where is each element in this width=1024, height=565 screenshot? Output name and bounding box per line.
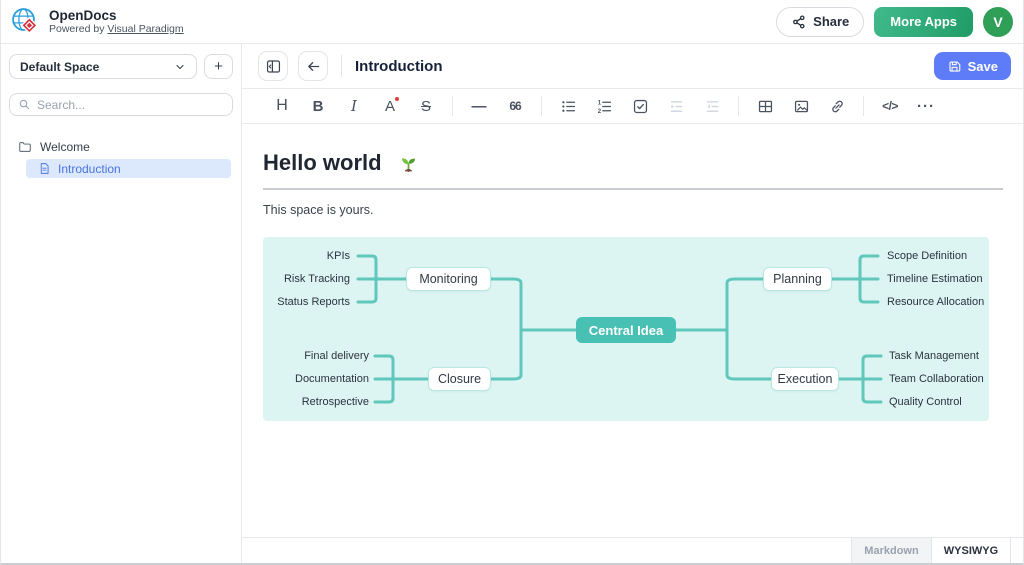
bold-button[interactable]: B: [305, 94, 331, 118]
code-block-button[interactable]: </>: [877, 94, 903, 118]
save-button[interactable]: Save: [934, 52, 1011, 80]
numbered-list-button[interactable]: 1 2: [591, 94, 617, 118]
tab-wysiwyg[interactable]: WYSIWYG: [931, 538, 1011, 563]
share-icon: [791, 14, 807, 30]
document-icon: [38, 162, 51, 175]
mindmap-node-execution: Execution: [771, 367, 839, 391]
tree-page-label: Introduction: [58, 162, 121, 176]
mindmap-leaf: KPIs: [327, 248, 350, 264]
mindmap-leaf: Final delivery: [304, 348, 369, 364]
italic-button[interactable]: I: [341, 94, 367, 118]
strikethrough-button[interactable]: S: [413, 94, 439, 118]
heading-divider: [263, 188, 1003, 190]
image-icon: [793, 98, 810, 115]
toolbar-separator: [541, 96, 542, 116]
more-apps-button[interactable]: More Apps: [874, 7, 973, 37]
bullet-list-icon: [560, 98, 577, 115]
toolbar-separator: [738, 96, 739, 116]
powered-by: Powered by Visual Paradigm: [49, 23, 184, 36]
space-selector-value: Default Space: [20, 60, 174, 74]
save-label: Save: [968, 59, 998, 74]
arrow-left-icon: [305, 58, 322, 75]
page-heading: Hello world: [263, 148, 382, 178]
brand-block: OpenDocs Powered by Visual Paradigm: [49, 8, 184, 36]
svg-text:1: 1: [597, 100, 601, 106]
link-icon: [829, 98, 846, 115]
search-input[interactable]: [37, 98, 224, 112]
share-button[interactable]: Share: [776, 7, 864, 37]
mindmap-leaf: Team Collaboration: [889, 371, 984, 387]
heading-button[interactable]: H: [269, 94, 295, 118]
mindmap-leaf: Timeline Estimation: [887, 271, 983, 287]
intro-paragraph: This space is yours.: [263, 203, 1003, 218]
editor-content[interactable]: Hello world 🌱 This space is yours.: [242, 124, 1023, 537]
app-header: OpenDocs Powered by Visual Paradigm Shar…: [1, 0, 1023, 44]
mindmap-leaf: Retrospective: [302, 394, 369, 410]
visual-paradigm-logo-icon: [11, 7, 41, 37]
mindmap-leaf: Task Management: [889, 348, 979, 364]
insert-image-button[interactable]: [788, 94, 814, 118]
horizontal-rule-button[interactable]: —: [466, 94, 492, 118]
mindmap-node-closure: Closure: [428, 367, 491, 391]
task-list-button[interactable]: [627, 94, 653, 118]
blockquote-button[interactable]: 66: [502, 94, 528, 118]
mindmap-node-planning: Planning: [763, 267, 832, 291]
visual-paradigm-link[interactable]: Visual Paradigm: [107, 23, 183, 35]
toolbar-separator: [863, 96, 864, 116]
outdent-button[interactable]: [699, 94, 725, 118]
numbered-list-icon: 1 2: [596, 98, 613, 115]
text-color-glyph: A: [385, 98, 395, 115]
indent-icon: [668, 98, 685, 115]
search-box[interactable]: [9, 93, 233, 116]
color-dot: [395, 97, 399, 101]
tree-folder-welcome[interactable]: Welcome: [9, 136, 233, 157]
folder-icon: [18, 140, 32, 154]
app-window: OpenDocs Powered by Visual Paradigm Shar…: [0, 0, 1024, 565]
text-color-button[interactable]: A: [377, 94, 403, 118]
search-icon: [18, 98, 31, 111]
editor-footer: Markdown WYSIWYG: [242, 537, 1023, 563]
mindmap-leaf: Documentation: [295, 371, 369, 387]
tab-markdown[interactable]: Markdown: [851, 538, 931, 563]
page-tree: Welcome Introduction: [9, 136, 233, 178]
document-title: Introduction: [355, 58, 442, 75]
formatting-toolbar: H B I A S — 66 1 2: [242, 89, 1023, 124]
app-title: OpenDocs: [49, 8, 184, 23]
tree-folder-label: Welcome: [40, 140, 90, 154]
insert-table-button[interactable]: [752, 94, 778, 118]
avatar[interactable]: V: [983, 7, 1013, 37]
main-panel: Introduction Save H B I A S —: [242, 44, 1023, 563]
mindmap-leaf: Resource Allocation: [887, 294, 984, 310]
mindmap-leaf: Scope Definition: [887, 248, 967, 264]
mindmap-node-central-idea: Central Idea: [576, 317, 676, 343]
outdent-icon: [704, 98, 721, 115]
mindmap-leaf: Quality Control: [889, 394, 962, 410]
toolbar-separator: [452, 96, 453, 116]
titlebar-divider: [341, 55, 342, 77]
mindmap-node-monitoring: Monitoring: [406, 267, 491, 291]
powered-by-prefix: Powered by: [49, 23, 107, 35]
mindmap-diagram: KPIs Risk Tracking Status Reports Final …: [263, 237, 989, 421]
back-button[interactable]: [298, 51, 328, 81]
checkbox-icon: [632, 98, 649, 115]
insert-link-button[interactable]: [824, 94, 850, 118]
tree-page-introduction-selected[interactable]: Introduction: [26, 159, 231, 178]
svg-text:2: 2: [597, 108, 601, 114]
panel-left-icon: [265, 58, 282, 75]
document-titlebar: Introduction Save: [242, 44, 1023, 89]
bullet-list-button[interactable]: [555, 94, 581, 118]
mindmap-leaf: Status Reports: [277, 294, 350, 310]
sidebar: Default Space + W: [1, 44, 242, 563]
seedling-emoji: [398, 153, 419, 174]
space-selector-dropdown[interactable]: Default Space: [9, 54, 197, 79]
chevron-down-icon: [174, 61, 186, 73]
mindmap-leaf: Risk Tracking: [284, 271, 350, 287]
more-tools-button[interactable]: ···: [913, 94, 939, 118]
indent-button[interactable]: [663, 94, 689, 118]
save-icon: [947, 59, 962, 74]
share-label: Share: [813, 14, 849, 29]
table-icon: [757, 98, 774, 115]
toggle-sidebar-button[interactable]: [258, 51, 288, 81]
add-space-button[interactable]: +: [204, 54, 233, 79]
